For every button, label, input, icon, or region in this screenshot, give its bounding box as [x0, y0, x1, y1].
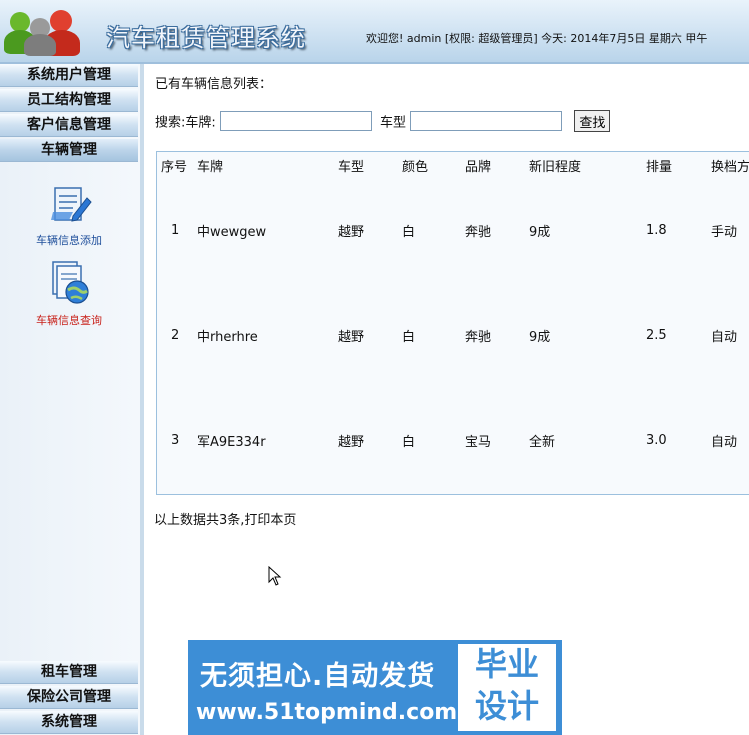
cell-condition: 全新 — [529, 435, 556, 450]
banner-badge: 毕业 设计 — [458, 644, 556, 731]
search-plate-label: 搜索:车牌: — [155, 115, 216, 131]
col-header: 新旧程度 — [529, 159, 582, 175]
cell-type: 越野 — [338, 225, 365, 240]
sub-item-label: 车辆信息添加 — [36, 234, 102, 247]
cell-index: 3 — [171, 433, 180, 448]
cell-brand: 宝马 — [465, 435, 492, 450]
cell-color: 白 — [402, 330, 416, 345]
search-type-label: 车型 — [380, 115, 407, 131]
cell-brand: 奔驰 — [465, 225, 492, 240]
sub-item-vehicle-query[interactable]: 车辆信息查询 — [0, 260, 138, 328]
menu-rental-management[interactable]: 租车管理 — [0, 661, 138, 684]
mouse-cursor-icon — [268, 566, 282, 586]
cell-brand: 奔驰 — [465, 330, 492, 345]
banner-url: www.51topmind.com — [196, 700, 458, 725]
cell-displacement: 3.0 — [646, 433, 667, 448]
banner-left: 无须担心.自动发货 www.51topmind.com — [188, 640, 458, 735]
col-header: 序号 — [161, 159, 188, 175]
search-bar: 搜索:车牌: 车型 查找 — [155, 110, 611, 132]
summary-text: 以上数据共3条,打印本页 — [154, 513, 297, 528]
table-row[interactable]: 2 中rherhre 越野 白 奔驰 9成 2.5 自动 — [157, 283, 749, 388]
cell-condition: 9成 — [529, 225, 551, 240]
col-header: 排量 — [646, 159, 673, 175]
plate-search-input[interactable] — [219, 111, 372, 131]
table-header-row: 序号 车牌 车型 颜色 品牌 新旧程度 排量 换档方 — [157, 152, 749, 178]
col-header: 车型 — [338, 159, 365, 175]
cell-condition: 9成 — [529, 330, 551, 345]
table-row[interactable]: 3 军A9E334r 越野 白 宝马 全新 3.0 自动 — [157, 388, 749, 493]
cell-index: 2 — [171, 328, 180, 343]
list-title: 已有车辆信息列表： — [155, 77, 273, 92]
cell-transmission: 手动 — [711, 225, 738, 240]
app-header: 汽车租赁管理系统 欢迎您! admin [权限: 超级管理员] 今天: 2014… — [0, 0, 749, 64]
cell-plate: 中wewgew — [197, 225, 267, 240]
banner-badge-top: 毕业 — [474, 645, 539, 683]
col-header: 车牌 — [197, 159, 224, 175]
banner-slogan: 无须担心.自动发货 — [200, 661, 436, 692]
col-header: 换档方 — [711, 159, 749, 175]
cell-displacement: 1.8 — [646, 223, 667, 238]
table-row[interactable]: 1 中wewgew 越野 白 奔驰 9成 1.8 手动 — [157, 178, 749, 283]
app-title: 汽车租赁管理系统 — [106, 24, 306, 52]
menu-vehicle-management[interactable]: 车辆管理 — [0, 139, 138, 162]
col-header: 品牌 — [465, 159, 492, 175]
sub-item-vehicle-add[interactable]: 车辆信息添加 — [0, 182, 138, 248]
col-header: 颜色 — [402, 159, 429, 175]
cell-type: 越野 — [338, 435, 365, 450]
welcome-text: 欢迎您! admin [权限: 超级管理员] 今天: 2014年7月5日 星期六… — [366, 32, 708, 45]
document-globe-icon — [52, 261, 89, 304]
main-content: 已有车辆信息列表： 搜索:车牌: 车型 查找 序号 车牌 车型 颜色 品牌 新旧… — [144, 64, 749, 735]
cell-displacement: 2.5 — [646, 328, 667, 343]
watermark-banner: 无须担心.自动发货 www.51topmind.com 毕业 设计 — [188, 640, 562, 735]
logo-people-icon — [4, 6, 84, 58]
menu-insurance-company[interactable]: 保险公司管理 — [0, 686, 138, 709]
cell-transmission: 自动 — [711, 330, 738, 345]
menu-staff-structure[interactable]: 员工结构管理 — [0, 89, 138, 112]
type-search-input[interactable] — [410, 111, 563, 131]
cell-transmission: 自动 — [711, 435, 738, 450]
menu-customer-info[interactable]: 客户信息管理 — [0, 114, 138, 137]
vehicle-table: 序号 车牌 车型 颜色 品牌 新旧程度 排量 换档方 1 中wewgew 越野 … — [156, 151, 749, 495]
cell-plate: 中rherhre — [197, 330, 258, 345]
cell-index: 1 — [171, 223, 180, 238]
menu-system-management[interactable]: 系统管理 — [0, 711, 138, 734]
search-button[interactable]: 查找 — [574, 110, 611, 132]
cell-plate: 军A9E334r — [197, 435, 266, 450]
cell-type: 越野 — [338, 330, 365, 345]
sub-item-label: 车辆信息查询 — [36, 314, 102, 327]
banner-badge-bottom: 设计 — [474, 687, 539, 725]
document-edit-icon — [51, 187, 92, 222]
menu-system-users[interactable]: 系统用户管理 — [0, 64, 138, 87]
cell-color: 白 — [402, 225, 416, 240]
sidebar: 系统用户管理 员工结构管理 客户信息管理 车辆管理 车辆信息添加 车辆信息查询 … — [0, 64, 144, 735]
cell-color: 白 — [402, 435, 416, 450]
